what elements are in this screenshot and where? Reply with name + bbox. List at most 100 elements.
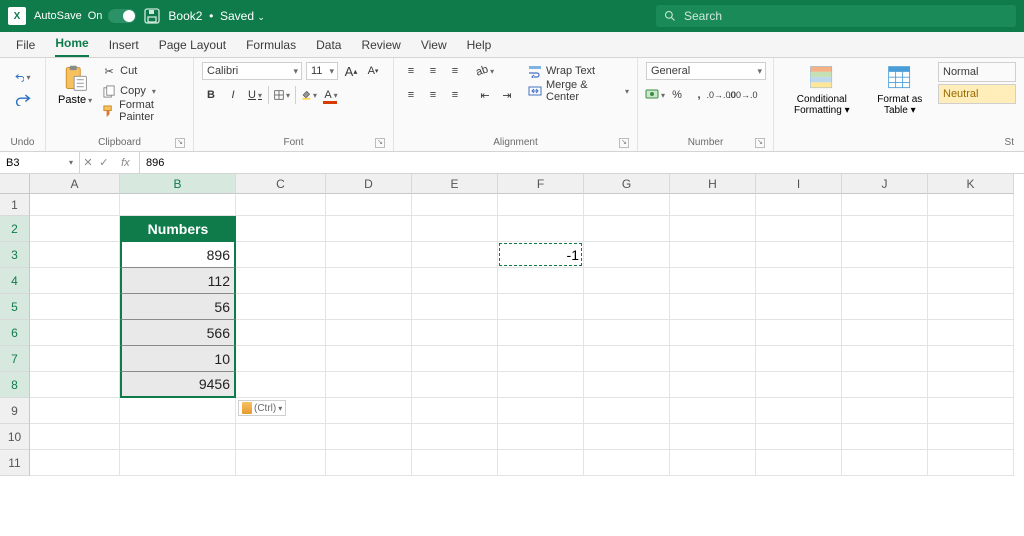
row-header[interactable]: 9 [0,398,30,424]
cell[interactable] [236,424,326,450]
cell[interactable] [498,424,584,450]
align-top-button[interactable]: ≡ [402,62,420,80]
cell[interactable] [928,398,1014,424]
cell[interactable] [756,398,842,424]
cell[interactable] [584,242,670,268]
font-color-button[interactable]: A [322,86,340,104]
row-header[interactable]: 7 [0,346,30,372]
cell[interactable] [756,242,842,268]
cell-b4[interactable]: 112 [120,268,236,294]
underline-button[interactable]: U [246,86,264,104]
tab-view[interactable]: View [421,33,447,57]
cell[interactable] [842,346,928,372]
font-launcher[interactable]: ↘ [375,138,385,148]
cell[interactable] [326,372,412,398]
row-header[interactable]: 11 [0,450,30,476]
cell-b5[interactable]: 56 [120,294,236,320]
borders-button[interactable] [273,86,291,104]
column-header[interactable]: F [498,174,584,194]
cell[interactable] [756,216,842,242]
increase-decimal-button[interactable]: .0→.00 [712,86,730,104]
column-header[interactable]: B [120,174,236,194]
cell[interactable] [756,372,842,398]
cell[interactable] [670,424,756,450]
cell[interactable] [412,372,498,398]
tab-page-layout[interactable]: Page Layout [159,33,226,57]
conditional-formatting-button[interactable]: Conditional Formatting ▾ [782,62,862,118]
cell[interactable] [326,424,412,450]
cell[interactable] [756,346,842,372]
italic-button[interactable]: I [224,86,242,104]
document-title[interactable]: Book2 • Saved ⌄ [168,9,265,23]
column-header[interactable]: D [326,174,412,194]
cell[interactable] [670,320,756,346]
tab-review[interactable]: Review [361,33,400,57]
cell[interactable] [120,424,236,450]
fill-color-button[interactable] [300,86,318,104]
cell[interactable] [928,294,1014,320]
cell[interactable] [670,216,756,242]
cell-b3[interactable]: 896 [120,242,236,268]
column-header[interactable]: H [670,174,756,194]
row-header[interactable]: 5 [0,294,30,320]
cell[interactable] [412,346,498,372]
cell[interactable] [842,294,928,320]
cell[interactable] [584,424,670,450]
number-launcher[interactable]: ↘ [755,138,765,148]
cell[interactable] [670,346,756,372]
comma-format-button[interactable]: , [690,86,708,104]
cell[interactable] [928,372,1014,398]
tab-help[interactable]: Help [467,33,492,57]
cell[interactable] [584,372,670,398]
format-as-table-button[interactable]: Format as Table ▾ [870,62,930,118]
merge-center-button[interactable]: Merge & Center [528,82,629,100]
cell[interactable] [756,450,842,476]
cell[interactable] [30,346,120,372]
cell[interactable] [30,398,120,424]
spreadsheet-grid[interactable]: ABCDEFGHIJK12Numbers3896-141125566566710… [0,174,1024,476]
cell[interactable] [412,268,498,294]
cell[interactable] [326,320,412,346]
tab-home[interactable]: Home [55,31,88,57]
formula-input[interactable]: 896 [140,157,1024,169]
cell[interactable] [412,242,498,268]
cell[interactable] [670,268,756,294]
cell[interactable] [498,346,584,372]
increase-font-button[interactable]: A▴ [342,62,360,80]
cell[interactable] [842,372,928,398]
paste-options-button[interactable]: (Ctrl) ▾ [238,400,286,416]
cell[interactable] [928,242,1014,268]
cell[interactable] [236,450,326,476]
cell[interactable] [584,450,670,476]
cell[interactable] [412,450,498,476]
cell[interactable] [756,320,842,346]
cell[interactable] [584,294,670,320]
cell[interactable] [30,194,120,216]
cell[interactable] [842,450,928,476]
align-center-button[interactable]: ≡ [424,86,442,104]
decrease-indent-button[interactable]: ⇤ [476,86,494,104]
cell[interactable] [236,346,326,372]
tab-formulas[interactable]: Formulas [246,33,296,57]
cell[interactable] [120,450,236,476]
cell[interactable] [498,268,584,294]
font-name-select[interactable]: Calibri [202,62,302,80]
bold-button[interactable]: B [202,86,220,104]
cell[interactable] [670,294,756,320]
number-format-select[interactable]: General [646,62,766,80]
column-header[interactable]: J [842,174,928,194]
row-header[interactable]: 2 [0,216,30,242]
row-header[interactable]: 4 [0,268,30,294]
cell[interactable] [842,194,928,216]
cell[interactable] [30,450,120,476]
cell[interactable] [30,268,120,294]
cell[interactable] [498,320,584,346]
cell[interactable] [326,294,412,320]
cell[interactable] [928,194,1014,216]
cell[interactable] [670,398,756,424]
cell[interactable] [326,216,412,242]
cell[interactable] [236,216,326,242]
cell[interactable] [236,268,326,294]
cell[interactable] [30,372,120,398]
column-header[interactable]: C [236,174,326,194]
